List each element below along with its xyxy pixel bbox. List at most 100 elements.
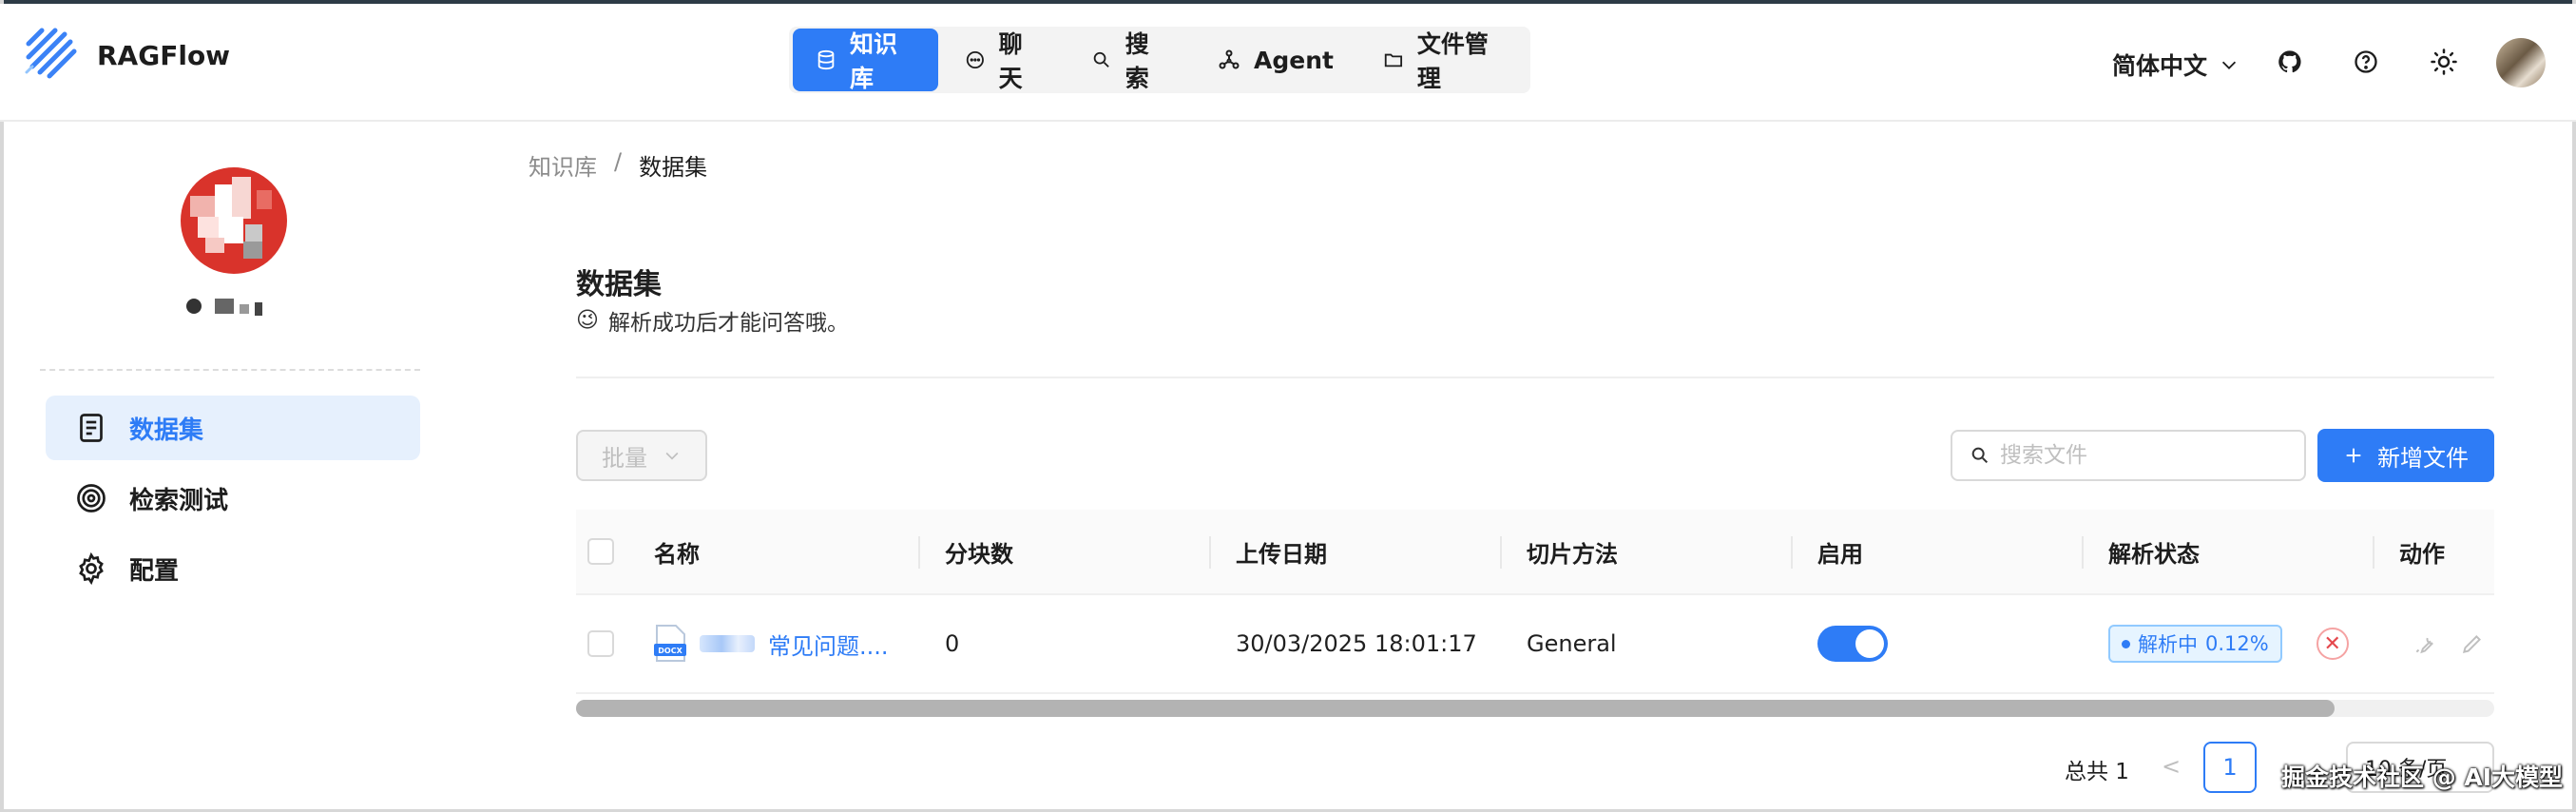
row-select-cell: [587, 595, 614, 692]
col-parse-status[interactable]: 解析状态: [2108, 510, 2200, 593]
upload-date: 30/03/2025 18:01:17: [1236, 630, 1477, 657]
nav-tab-label: 知识库: [850, 30, 898, 92]
theme-sun-icon[interactable]: [2428, 46, 2460, 78]
select-all-checkbox[interactable]: [587, 538, 614, 565]
blurred-filename-prefix: [700, 635, 755, 652]
search-input[interactable]: [2000, 443, 2285, 468]
col-enabled[interactable]: 启用: [1817, 510, 1863, 593]
nav-tab-search[interactable]: 搜索: [1068, 29, 1191, 92]
col-chunk-method[interactable]: 切片方法: [1527, 510, 1618, 593]
sidebar-item-dataset[interactable]: 数据集: [46, 396, 420, 460]
page-subtitle: 😉 解析成功后才能问答哦。: [576, 304, 849, 337]
nav-tab-label: Agent: [1254, 46, 1334, 74]
agent-graph-icon: [1219, 49, 1240, 69]
table-row: DOCX 常见问题.... 0 30/03/2025 18:01:17 Gene…: [576, 595, 2494, 694]
top-header: RAGFlow 知识库 聊天 搜索 Agent 文件管理 简体中文: [0, 4, 2576, 122]
file-name-link[interactable]: 常见问题....: [768, 628, 889, 661]
language-label: 简体中文: [2112, 52, 2208, 80]
user-avatar[interactable]: [2496, 38, 2546, 87]
enable-toggle[interactable]: [1817, 626, 1888, 662]
chevron-down-icon: [665, 452, 679, 460]
nav-tab-label: 搜索: [1125, 30, 1149, 92]
horizontal-scrollbar[interactable]: [576, 700, 2494, 717]
file-name-cell: DOCX 常见问题....: [654, 595, 889, 692]
edit-pencil-icon[interactable]: [2460, 631, 2485, 656]
nav-tab-agent[interactable]: Agent: [1195, 29, 1356, 91]
chat-bubble-icon: [966, 50, 984, 69]
file-search-box[interactable]: [1951, 430, 2306, 481]
col-upload-date[interactable]: 上传日期: [1236, 510, 1327, 593]
scrollbar-thumb[interactable]: [576, 700, 2335, 717]
github-icon[interactable]: [2274, 46, 2306, 78]
sidebar: 数据集 检索测试 配置: [4, 124, 460, 808]
breadcrumb-separator: /: [614, 148, 623, 175]
breadcrumb: 知识库 / 数据集: [529, 148, 707, 182]
search-icon: [1971, 447, 1989, 464]
nav-tab-label: 文件管理: [1416, 30, 1489, 92]
wrench-icon[interactable]: [2413, 631, 2437, 656]
language-selector[interactable]: 简体中文: [2112, 48, 2240, 82]
status-progress: 0.12%: [2205, 632, 2269, 655]
col-chunks[interactable]: 分块数: [945, 510, 1013, 593]
status-badge: 解析中 0.12%: [2108, 625, 2282, 663]
actions-cell: [2413, 595, 2485, 692]
cancel-parse-icon[interactable]: ✕: [2316, 628, 2349, 660]
batch-label: 批量: [602, 444, 647, 472]
status-dot-icon: [2122, 639, 2130, 648]
breadcrumb-root[interactable]: 知识库: [529, 148, 597, 182]
parse-status-cell: 解析中 0.12% ✕: [2108, 595, 2349, 692]
sidebar-item-label: 检索测试: [129, 486, 229, 515]
plus-icon: [2346, 448, 2361, 463]
nav-tab-chat[interactable]: 聊天: [942, 29, 1065, 92]
subtitle-text: 解析成功后才能问答哦。: [607, 311, 849, 336]
chunk-count: 0: [945, 630, 960, 657]
wink-emoji-icon: 😉: [576, 308, 599, 333]
section-divider: [576, 377, 2494, 378]
breadcrumb-current: 数据集: [639, 154, 708, 181]
help-icon[interactable]: [2350, 46, 2382, 78]
column-separator: [2373, 536, 2374, 569]
batch-button[interactable]: 批量: [576, 430, 707, 481]
nav-tab-knowledge-base[interactable]: 知识库: [793, 29, 938, 92]
svg-text:DOCX: DOCX: [658, 647, 682, 655]
gear-icon: [79, 551, 104, 586]
chevron-down-icon: [2221, 61, 2237, 69]
col-name[interactable]: 名称: [654, 510, 700, 593]
pagination-total: 总共 1: [2065, 760, 2129, 784]
status-label: 解析中: [2138, 633, 2198, 656]
column-separator: [1209, 536, 1211, 569]
watermark: 掘金技术社区 @ AI大模型: [2281, 764, 2564, 791]
sidebar-item-label: 数据集: [129, 416, 204, 445]
main-nav: 知识库 聊天 搜索 Agent 文件管理: [789, 27, 1530, 93]
add-file-button[interactable]: 新增文件: [2317, 429, 2494, 482]
database-icon: [817, 49, 835, 70]
sidebar-item-retrieval-test[interactable]: 检索测试: [46, 466, 420, 531]
nav-tab-file-management[interactable]: 文件管理: [1360, 29, 1527, 92]
select-all-cell: [587, 510, 614, 593]
app-name: RAGFlow: [97, 40, 231, 71]
sidebar-divider: [40, 369, 420, 371]
col-actions: 动作: [2399, 540, 2445, 568]
sidebar-item-config[interactable]: 配置: [46, 536, 420, 601]
column-separator: [1791, 536, 1793, 569]
chunk-method[interactable]: General: [1527, 595, 1617, 692]
page-title: 数据集: [576, 268, 662, 301]
nav-tab-label: 聊天: [998, 30, 1023, 92]
dataset-avatar: [181, 167, 287, 274]
add-file-label: 新增文件: [2377, 444, 2469, 472]
table-header: 名称 分块数 上传日期 切片方法 启用 解析状态 动作: [576, 510, 2494, 595]
enabled-cell: [1817, 595, 1888, 692]
column-separator: [918, 536, 920, 569]
files-table: 名称 分块数 上传日期 切片方法 启用 解析状态 动作 DOCX 常见问题...…: [576, 510, 2494, 694]
folder-icon: [1384, 53, 1403, 68]
row-checkbox[interactable]: [587, 630, 614, 657]
column-separator: [2082, 536, 2084, 569]
page-number-button[interactable]: 1: [2203, 742, 2257, 793]
ragflow-logo-icon[interactable]: [23, 25, 80, 82]
search-icon: [1093, 51, 1109, 68]
column-separator: [1500, 536, 1502, 569]
dataset-name-blurred: [186, 297, 281, 318]
prev-page-icon[interactable]: <: [2152, 745, 2190, 787]
docx-file-icon: DOCX: [654, 625, 686, 662]
target-icon: [77, 484, 106, 512]
